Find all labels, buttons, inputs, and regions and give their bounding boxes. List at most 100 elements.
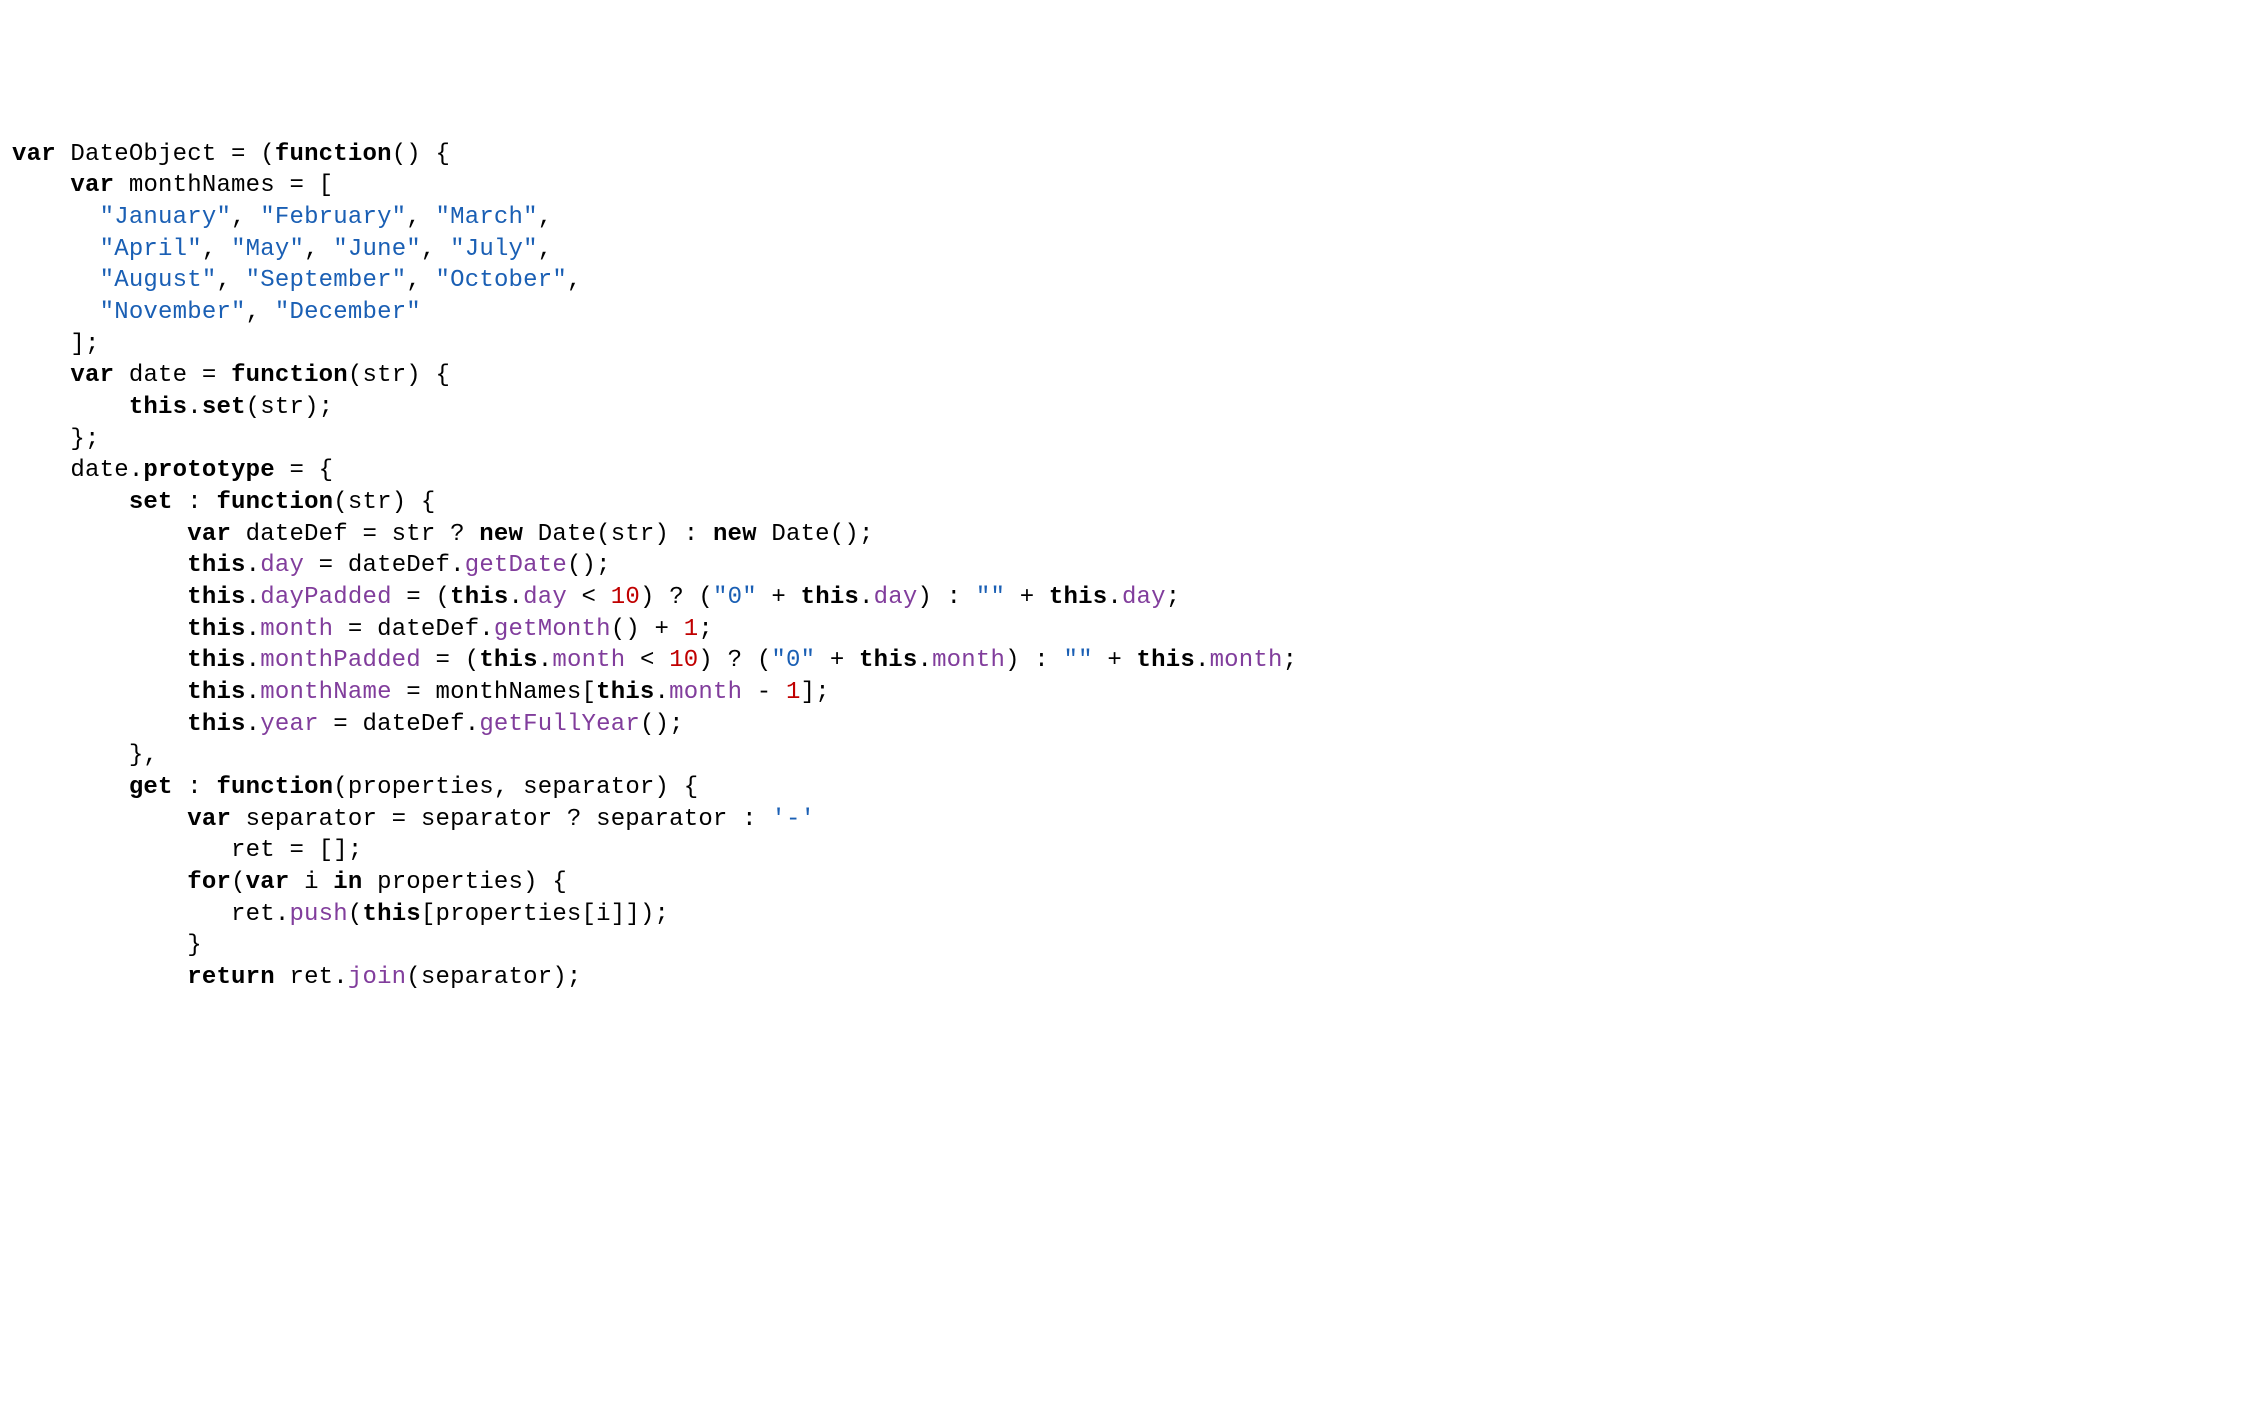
token-ident: date = — [114, 362, 231, 389]
token-this: this — [479, 647, 537, 674]
token-ident: , — [202, 236, 231, 263]
token-ident: i — [289, 869, 333, 896]
token-str: "February" — [260, 204, 406, 231]
token-ident: Date(); — [757, 521, 874, 548]
token-ident: + — [1005, 584, 1049, 611]
token-ident: ; — [698, 616, 713, 643]
token-ident: . — [509, 584, 524, 611]
token-ident: , — [538, 204, 553, 231]
token-fn: get — [129, 774, 173, 801]
token-ident: (str) { — [348, 362, 450, 389]
token-ident: = ( — [392, 584, 450, 611]
token-num: 10 — [669, 647, 698, 674]
token-ident: + — [757, 584, 801, 611]
token-ident: } — [12, 932, 202, 959]
token-kw: var — [246, 869, 290, 896]
token-prop: year — [260, 711, 318, 738]
token-ident: () + — [611, 616, 684, 643]
token-str: "September" — [246, 267, 407, 294]
token-kw: return — [187, 964, 275, 991]
token-str: "0" — [713, 584, 757, 611]
token-kw: var — [187, 521, 231, 548]
token-this: this — [187, 647, 245, 674]
token-ident: = dateDef. — [333, 616, 494, 643]
token-this: this — [129, 394, 187, 421]
token-fn: prototype — [143, 457, 274, 484]
token-ident: : — [173, 489, 217, 516]
token-ident: properties) { — [363, 869, 567, 896]
token-str: "" — [976, 584, 1005, 611]
token-ident: ) ? ( — [640, 584, 713, 611]
token-str: "January" — [100, 204, 231, 231]
token-kw: function — [275, 141, 392, 168]
token-this: this — [187, 711, 245, 738]
token-prop: month — [932, 647, 1005, 674]
token-ident: ) ? ( — [698, 647, 771, 674]
token-ident: . — [246, 584, 261, 611]
code-content: var DateObject = (function() { var month… — [12, 141, 1297, 991]
token-str: "August" — [100, 267, 217, 294]
token-prop: month — [669, 679, 742, 706]
token-ident: + — [1093, 647, 1137, 674]
token-ident: ]; — [12, 331, 100, 358]
token-str: "May" — [231, 236, 304, 263]
token-ident: ( — [348, 901, 363, 928]
token-str: '-' — [771, 806, 815, 833]
token-ident: ]; — [801, 679, 830, 706]
token-ident: [properties[i]]); — [421, 901, 669, 928]
token-kw: in — [333, 869, 362, 896]
token-ident: (); — [567, 552, 611, 579]
token-ident: (str); — [246, 394, 334, 421]
token-num: 10 — [611, 584, 640, 611]
token-ident: ( — [231, 869, 246, 896]
token-ident: < — [625, 647, 669, 674]
token-kw: var — [12, 141, 56, 168]
token-this: this — [187, 552, 245, 579]
token-prop: month — [260, 616, 333, 643]
token-str: "November" — [100, 299, 246, 326]
token-ident: dateDef = str ? — [231, 521, 479, 548]
token-kw: for — [187, 869, 231, 896]
token-ident: . — [1195, 647, 1210, 674]
token-ident: }, — [12, 742, 158, 769]
token-str: "" — [1064, 647, 1093, 674]
token-ident: , — [246, 299, 275, 326]
token-this: this — [801, 584, 859, 611]
token-ident: date. — [12, 457, 143, 484]
token-str: "October" — [436, 267, 567, 294]
token-prop: day — [874, 584, 918, 611]
token-ident: () { — [392, 141, 450, 168]
token-ident: . — [246, 552, 261, 579]
token-prop: day — [1122, 584, 1166, 611]
token-this: this — [187, 584, 245, 611]
token-ident: DateObject = ( — [56, 141, 275, 168]
token-prop: month — [552, 647, 625, 674]
token-ident: = dateDef. — [319, 711, 480, 738]
token-this: this — [187, 616, 245, 643]
token-num: 1 — [684, 616, 699, 643]
token-kw: new — [713, 521, 757, 548]
token-method: join — [348, 964, 406, 991]
token-ident: Date(str) : — [523, 521, 713, 548]
token-str: "July" — [450, 236, 538, 263]
token-this: this — [596, 679, 654, 706]
token-ident: = { — [275, 457, 333, 484]
token-kw: function — [216, 489, 333, 516]
token-ident: separator = separator ? separator : — [231, 806, 771, 833]
token-ident: }; — [12, 426, 100, 453]
token-ident: , — [304, 236, 333, 263]
token-ident: . — [246, 616, 261, 643]
token-ident: , — [538, 236, 553, 263]
token-ident: . — [246, 711, 261, 738]
token-ident: (properties, separator) { — [333, 774, 698, 801]
token-num: 1 — [786, 679, 801, 706]
token-ident: . — [1107, 584, 1122, 611]
token-this: this — [450, 584, 508, 611]
token-ident: . — [187, 394, 202, 421]
token-ident: = ( — [421, 647, 479, 674]
token-ident: ) : — [1005, 647, 1063, 674]
token-ident: (str) { — [333, 489, 435, 516]
token-ident: , — [406, 267, 435, 294]
token-ident: ret. — [12, 901, 289, 928]
token-kw: new — [479, 521, 523, 548]
